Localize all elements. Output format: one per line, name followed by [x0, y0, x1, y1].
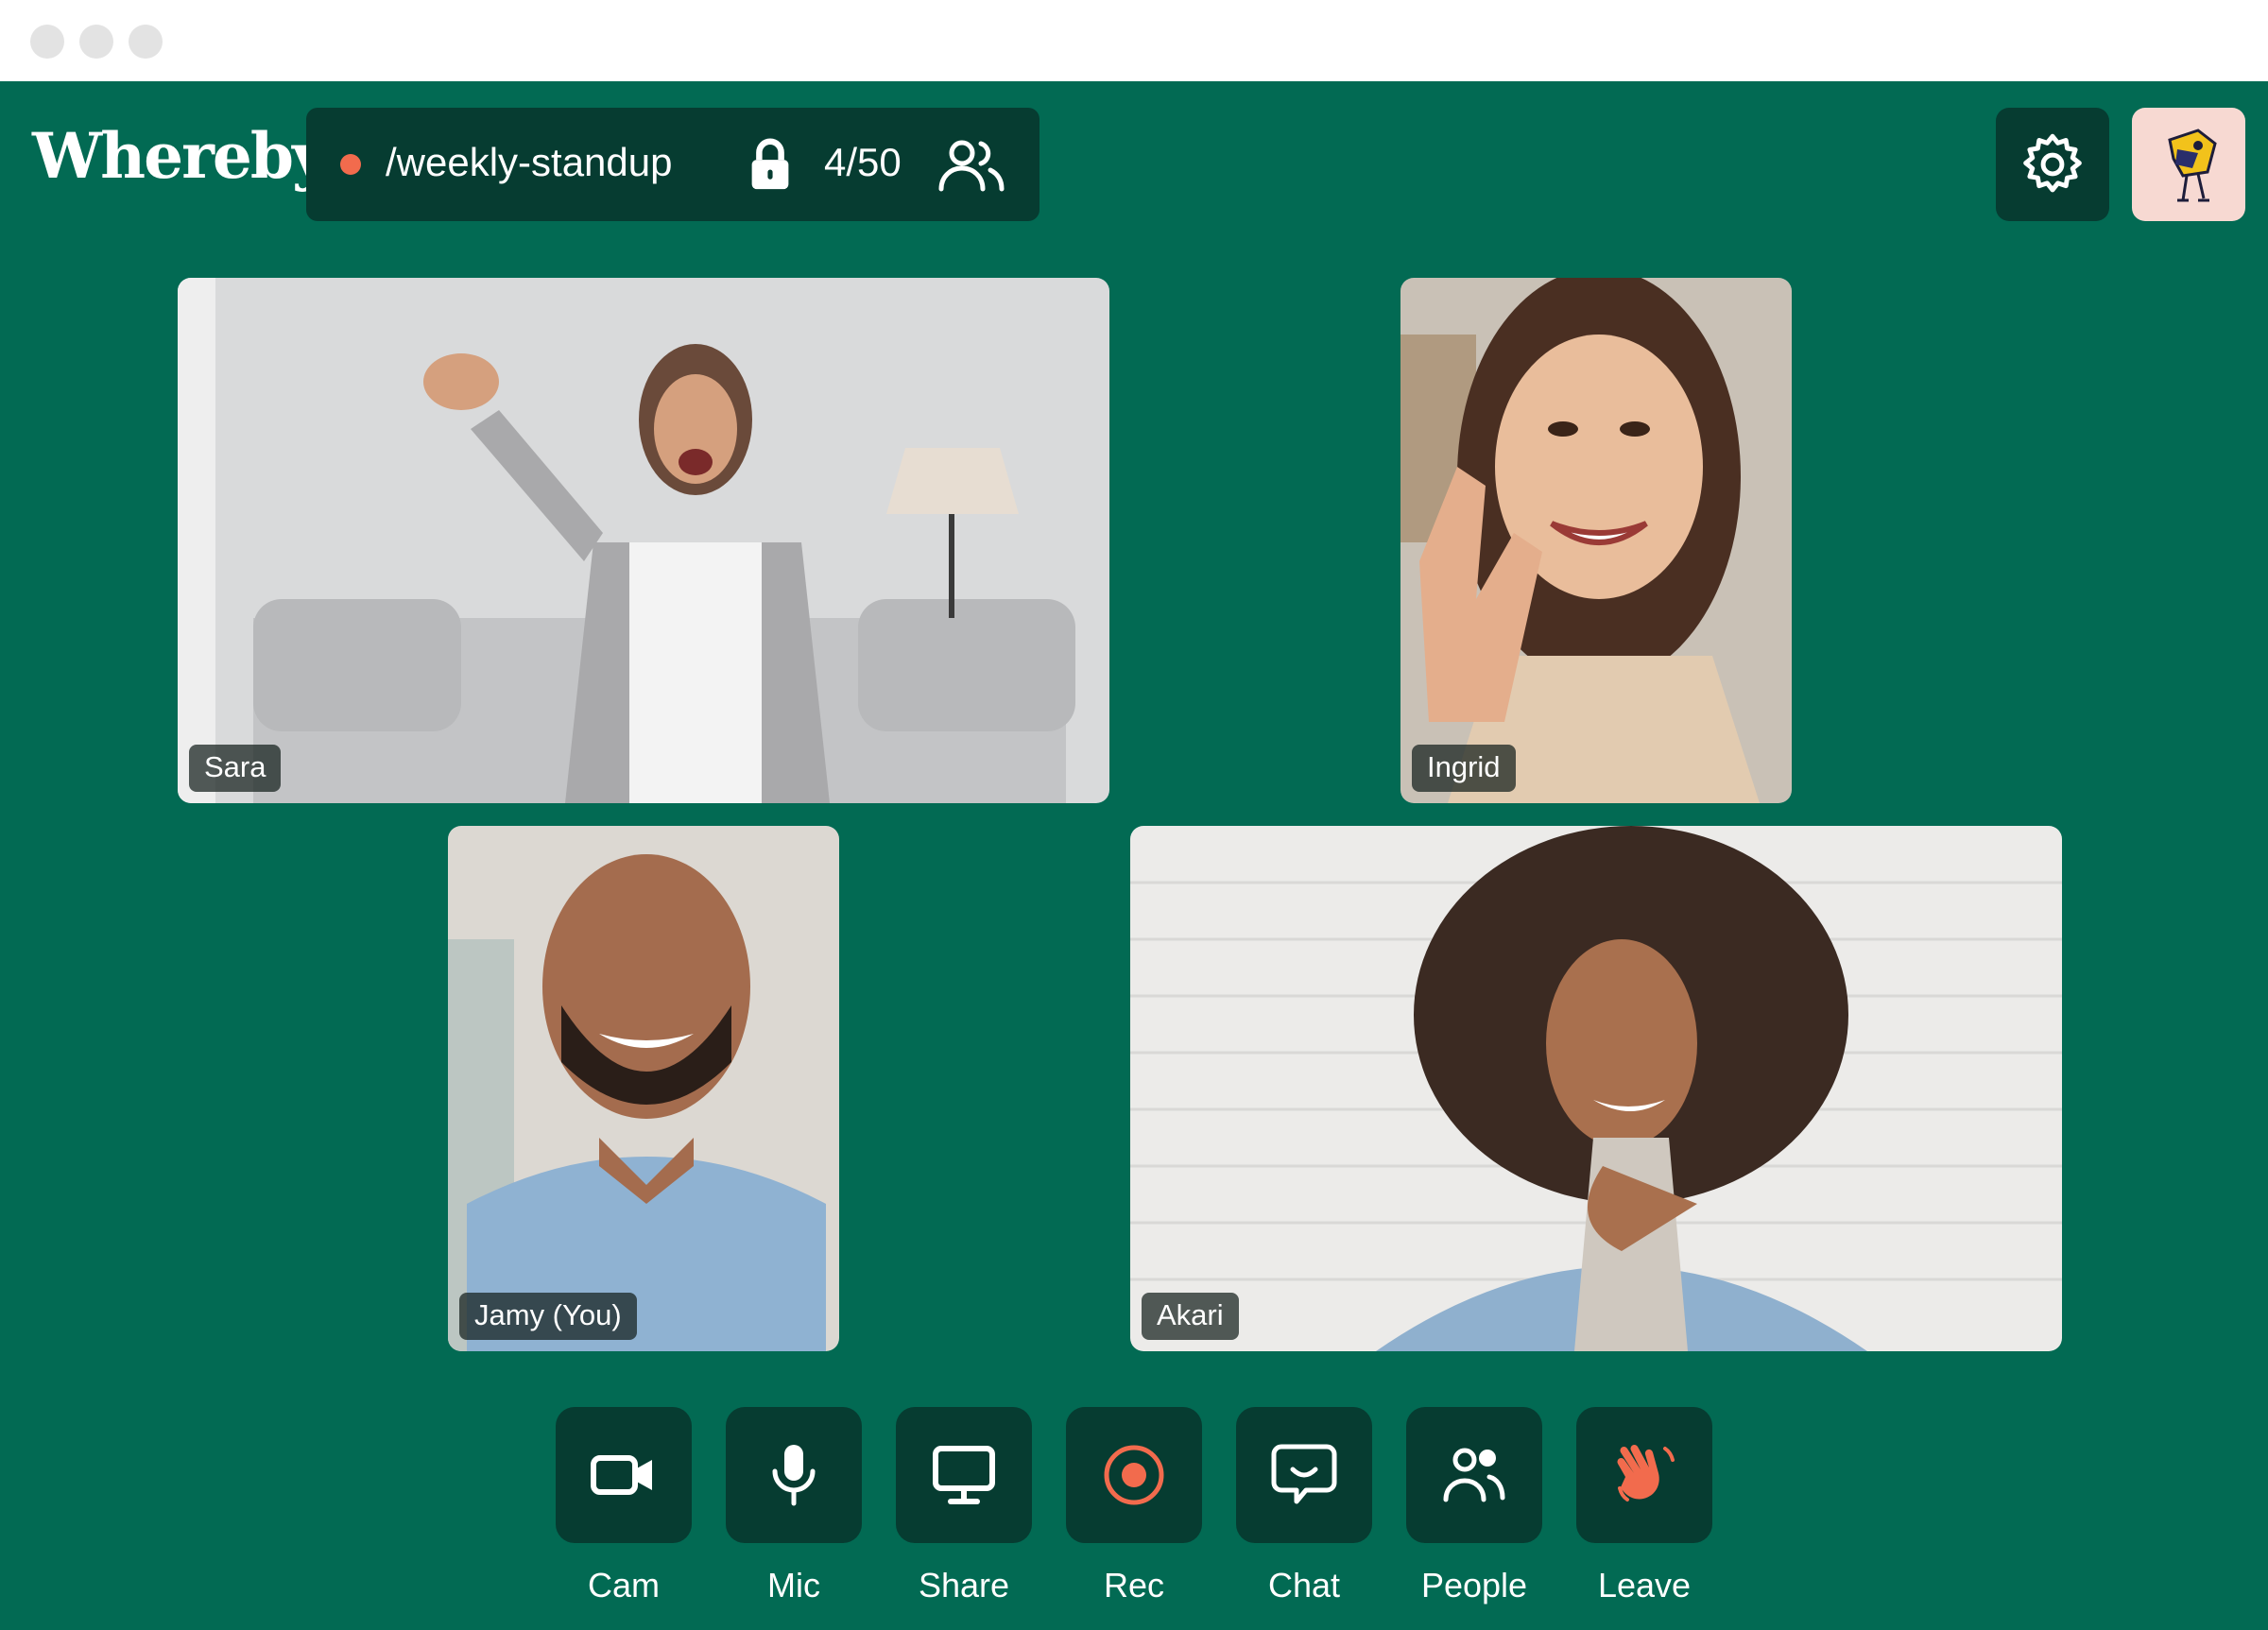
room-name: /weekly-standup — [386, 140, 673, 184]
participant-video — [178, 278, 1109, 803]
participant-count: 4/50 — [824, 140, 902, 184]
close-dot[interactable] — [30, 25, 64, 59]
video-tile[interactable]: Akari — [1130, 826, 2062, 1351]
live-status-dot — [340, 154, 361, 175]
participant-name-tag: Sara — [189, 745, 282, 792]
participant-video — [448, 826, 839, 1351]
participant-name-tag: Ingrid — [1412, 745, 1516, 792]
people-icon — [1443, 1448, 1505, 1502]
lock-icon[interactable] — [741, 134, 799, 193]
people-icon[interactable] — [934, 132, 1009, 198]
chat-icon — [1271, 1444, 1337, 1504]
share-button[interactable]: Share — [896, 1407, 1032, 1615]
screen-share-icon — [933, 1446, 995, 1504]
participant-name-tag: Jamy (You) — [459, 1293, 637, 1340]
rec-button[interactable]: Rec — [1066, 1407, 1202, 1615]
settings-button[interactable] — [1996, 108, 2109, 221]
video-tile[interactable]: Ingrid — [1400, 278, 1792, 803]
leave-button[interactable]: Leave — [1576, 1407, 1712, 1615]
maximize-dot[interactable] — [129, 25, 163, 59]
participant-video — [1130, 826, 2062, 1351]
people-label: People — [1420, 1566, 1528, 1604]
title-bar — [0, 0, 2268, 81]
share-label: Share — [918, 1566, 1010, 1604]
meeting-room: Whereby /weekly-standup 4/50 Sara Ingrid… — [0, 81, 2268, 1630]
app-window: Whereby /weekly-standup 4/50 Sara Ingrid… — [0, 0, 2268, 1630]
chat-label: Chat — [1267, 1566, 1341, 1604]
avatar[interactable] — [2132, 108, 2245, 221]
gear-icon — [2023, 133, 2082, 193]
people-button[interactable]: People — [1406, 1407, 1542, 1615]
participant-video — [1400, 278, 1792, 803]
video-tile[interactable]: Jamy (You) — [448, 826, 839, 1351]
mic-label: Mic — [767, 1566, 820, 1604]
rec-label: Rec — [1103, 1566, 1165, 1604]
cam-label: Cam — [587, 1566, 660, 1604]
leave-label: Leave — [1597, 1566, 1692, 1604]
camera-icon — [591, 1455, 652, 1495]
minimize-dot[interactable] — [79, 25, 113, 59]
record-icon — [1104, 1445, 1164, 1505]
wave-hand-icon — [1617, 1444, 1675, 1501]
participant-name-tag: Akari — [1142, 1293, 1239, 1340]
microphone-icon — [772, 1445, 816, 1506]
call-toolbar: Cam Mic Share Rec Chat People Leave — [556, 1407, 1712, 1615]
mic-button[interactable]: Mic — [726, 1407, 862, 1615]
whereby-logo: Whereby — [32, 119, 328, 193]
chat-button[interactable]: Chat — [1236, 1407, 1372, 1615]
cam-button[interactable]: Cam — [556, 1407, 692, 1615]
video-tile[interactable]: Sara — [178, 278, 1109, 803]
room-info-pill[interactable]: /weekly-standup 4/50 — [306, 108, 1040, 221]
